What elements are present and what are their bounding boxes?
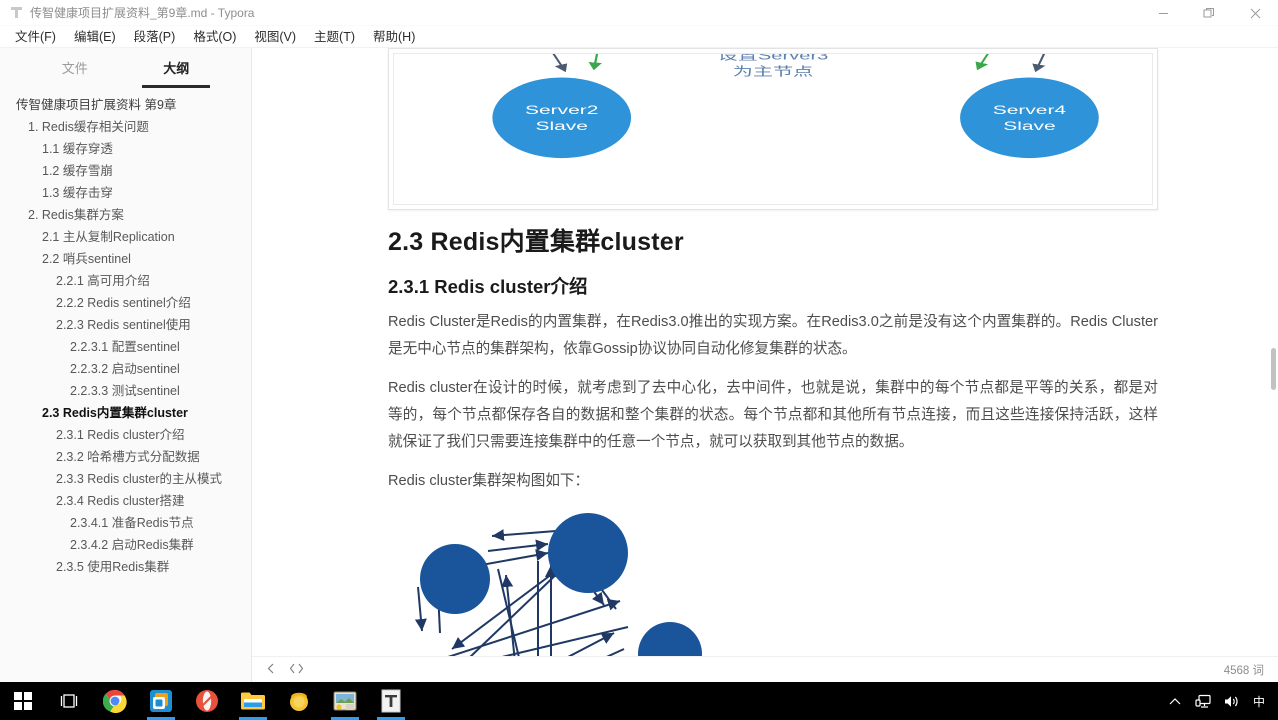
outline-item[interactable]: 2.2.1 高可用介绍 [0, 270, 251, 292]
page-title: 2.3 Redis内置集群cluster [388, 228, 684, 256]
network-button[interactable] [1190, 682, 1216, 720]
cluster-node-3 [638, 621, 702, 656]
main-body: 文件 大纲 传智健康项目扩展资料 第9章 1. Redis缓存相关问题 1.1 缓存… [0, 48, 1278, 682]
status-bar: 4568 词 [252, 656, 1278, 682]
close-button[interactable] [1232, 0, 1278, 26]
app-button[interactable] [276, 682, 322, 720]
restore-button[interactable] [1186, 0, 1232, 26]
outline-item[interactable]: 1.2 缓存雪崩 [0, 160, 251, 182]
figure-caption-line1: 设置Server3 [718, 54, 829, 62]
menu-format[interactable]: 格式(O) [184, 27, 245, 47]
outline-item[interactable]: 1. Redis缓存相关问题 [0, 116, 251, 138]
sidebar-tabs: 文件 大纲 [0, 48, 251, 88]
outline-item[interactable]: 1.3 缓存击穿 [0, 182, 251, 204]
folder-icon [241, 692, 265, 710]
source-code-icon[interactable] [289, 663, 304, 676]
chrome-button[interactable] [92, 682, 138, 720]
volume-button[interactable] [1218, 682, 1244, 720]
sentinel-figure-svg: 设置Server3 为主节点 Server2 Slave Server4 Sla… [492, 54, 1099, 159]
start-button[interactable] [0, 682, 46, 720]
outline-list: 传智健康项目扩展资料 第9章 1. Redis缓存相关问题 1.1 缓存穿透 1.2 … [0, 86, 251, 682]
server4-name: Server4 [993, 103, 1067, 117]
chevron-left-icon[interactable] [266, 663, 275, 676]
outline-item[interactable]: 2.3.4.1 准备Redis节点 [0, 512, 251, 534]
outline-item[interactable]: 2. Redis集群方案 [0, 204, 251, 226]
opera-icon [196, 690, 218, 712]
document-content: 设置Server3 为主节点 Server2 Slave Server4 Sla… [388, 48, 1158, 656]
word-count[interactable]: 4568 词 [1224, 662, 1264, 678]
file-explorer-button[interactable] [230, 682, 276, 720]
task-view-button[interactable] [46, 682, 92, 720]
outline-item[interactable]: 2.3.1 Redis cluster介绍 [0, 424, 251, 446]
menu-theme[interactable]: 主题(T) [305, 27, 364, 47]
windows-logo-icon [14, 692, 32, 710]
server2-name: Server2 [525, 103, 598, 117]
honey-icon [290, 692, 308, 711]
outline-item[interactable]: 2.2.3 Redis sentinel使用 [0, 314, 251, 336]
outline-item[interactable]: 1.1 缓存穿透 [0, 138, 251, 160]
vmware-icon [150, 690, 172, 712]
vmware-button[interactable] [138, 682, 184, 720]
window-controls [1140, 0, 1278, 26]
minimize-button[interactable] [1140, 0, 1186, 26]
show-hidden-icons-button[interactable] [1162, 682, 1188, 720]
paragraph-3: Redis cluster集群架构图如下： [388, 472, 590, 489]
menu-help[interactable]: 帮助(H) [364, 27, 424, 47]
menu-edit[interactable]: 编辑(E) [65, 27, 125, 47]
menu-bar: 文件(F) 编辑(E) 段落(P) 格式(O) 视图(V) 主题(T) 帮助(H… [0, 26, 1278, 48]
typora-icon [381, 689, 401, 713]
windows-taskbar: 中 [0, 682, 1278, 720]
editor-scrollbar-track[interactable] [1269, 48, 1278, 656]
figure-caption-line2: 为主节点 [733, 66, 814, 79]
task-view-icon [60, 694, 78, 708]
paragraph-2: Redis cluster在设计的时候，就考虑到了去中心化，去中间件，也就是说，… [388, 379, 1158, 450]
outline-item[interactable]: 2.1 主从复制Replication [0, 226, 251, 248]
outline-item[interactable]: 2.3.3 Redis cluster的主从模式 [0, 468, 251, 490]
outline-item[interactable]: 2.2.3.2 启动sentinel [0, 358, 251, 380]
tab-outline[interactable]: 大纲 [142, 52, 211, 88]
outline-item[interactable]: 2.2.2 Redis sentinel介绍 [0, 292, 251, 314]
snipaste-button[interactable] [322, 682, 368, 720]
sidebar: 文件 大纲 传智健康项目扩展资料 第9章 1. Redis缓存相关问题 1.1 缓存… [0, 48, 252, 682]
menu-file[interactable]: 文件(F) [6, 27, 65, 47]
opera-button[interactable] [184, 682, 230, 720]
title-bar: 传智健康项目扩展资料_第9章.md - Typora [0, 0, 1278, 26]
outline-item[interactable]: 2.2.3.1 配置sentinel [0, 336, 251, 358]
network-icon [1194, 694, 1211, 708]
cluster-node-2 [548, 512, 628, 593]
typora-button[interactable] [368, 682, 414, 720]
server4-role: Slave [1003, 119, 1055, 133]
outline-item[interactable]: 2.3.2 哈希槽方式分配数据 [0, 446, 251, 468]
editor-column: 设置Server3 为主节点 Server2 Slave Server4 Sla… [252, 48, 1278, 682]
outline-item[interactable]: 2.3.4.2 启动Redis集群 [0, 534, 251, 556]
speaker-icon [1224, 695, 1238, 707]
outline-item[interactable]: 传智健康项目扩展资料 第9章 [0, 94, 251, 116]
cluster-figure-svg [414, 512, 702, 656]
outline-item[interactable]: 2.3.4 Redis cluster搭建 [0, 490, 251, 512]
sentinel-failover-figure: 设置Server3 为主节点 Server2 Slave Server4 Sla… [388, 48, 1158, 210]
screenshot-icon [333, 691, 357, 711]
chevron-up-icon [1169, 697, 1181, 704]
section-heading: 2.3.1 Redis cluster介绍 [388, 275, 588, 297]
outline-item[interactable]: 2.3 Redis内置集群cluster [0, 402, 251, 424]
outline-item[interactable]: 2.3.5 使用Redis集群 [0, 556, 251, 578]
ime-indicator[interactable]: 中 [1246, 682, 1272, 720]
outline-item[interactable]: 2.2.3.3 测试sentinel [0, 380, 251, 402]
paragraph-1: Redis Cluster是Redis的内置集群，在Redis3.0推出的实现方… [388, 313, 1158, 357]
outline-item[interactable]: 2.2 哨兵sentinel [0, 248, 251, 270]
window-title: 传智健康项目扩展资料_第9章.md - Typora [30, 6, 255, 20]
redis-cluster-figure [388, 509, 1158, 656]
menu-view[interactable]: 视图(V) [245, 27, 305, 47]
typora-icon [6, 0, 26, 26]
server2-role: Slave [536, 119, 588, 133]
editor-scroll-area[interactable]: 设置Server3 为主节点 Server2 Slave Server4 Sla… [252, 48, 1278, 656]
menu-paragraph[interactable]: 段落(P) [125, 27, 185, 47]
chrome-icon [103, 689, 127, 713]
system-tray: 中 [1162, 682, 1278, 720]
cluster-node-1 [420, 543, 490, 614]
tab-files[interactable]: 文件 [49, 52, 101, 83]
editor-scrollbar-thumb[interactable] [1271, 348, 1276, 390]
